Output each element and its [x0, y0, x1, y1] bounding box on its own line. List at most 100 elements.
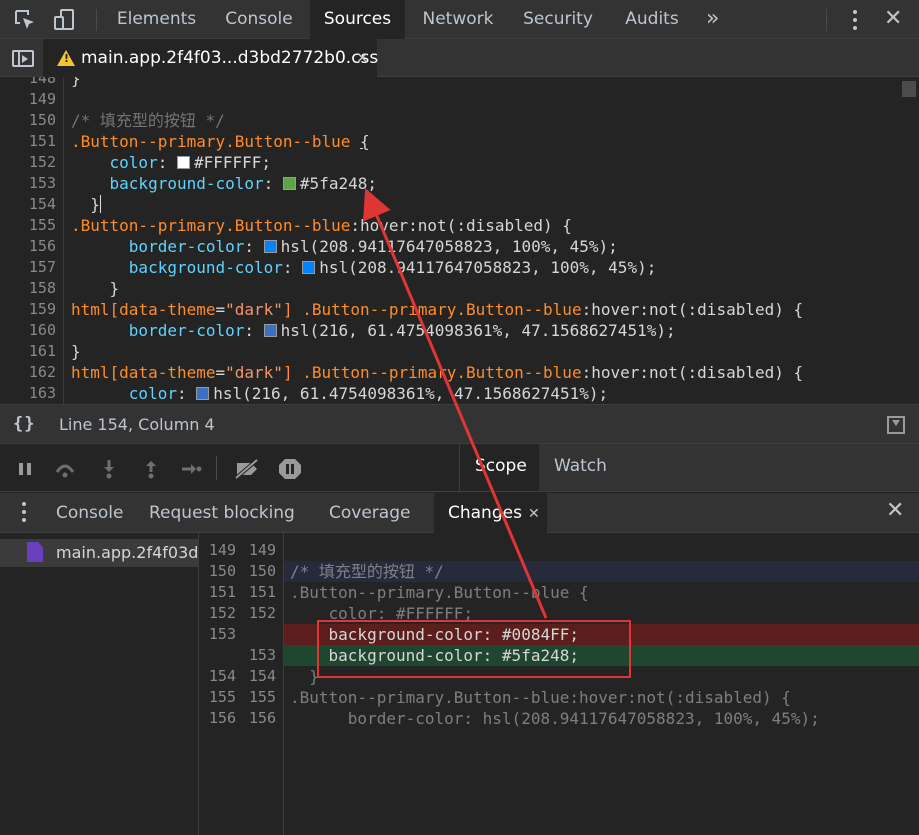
- line-number: 151: [28, 132, 56, 150]
- line-number: 156: [28, 237, 56, 255]
- line-number: 153: [28, 174, 56, 192]
- diff-line: }: [290, 667, 319, 686]
- line-number: 155: [28, 216, 56, 234]
- step-over-icon[interactable]: [54, 458, 76, 480]
- changes-file-item[interactable]: main.app.2f4f03d8: [0, 539, 199, 567]
- drawer-tab-changes-label: Changes: [448, 503, 522, 523]
- tab-audits[interactable]: Audits: [612, 0, 692, 39]
- editor-scroll-thumb[interactable]: [902, 81, 916, 97]
- inspect-element-icon[interactable]: [13, 8, 37, 32]
- color-swatch-blue[interactable]: [302, 261, 316, 274]
- deactivate-breakpoints-icon[interactable]: [233, 458, 261, 480]
- close-devtools-icon[interactable]: ✕: [884, 6, 902, 31]
- color-swatch-dark-blue[interactable]: [196, 387, 210, 400]
- file-tab-main-css[interactable]: main.app.2f4f03...d3bd2772b0.css ✕: [43, 39, 379, 78]
- debugger-toolbar: Scope Watch: [0, 444, 919, 492]
- diff-new-line-number: 151: [248, 583, 276, 601]
- tab-watch[interactable]: Watch: [539, 444, 622, 491]
- code-line-157: background-color: hsl(208.94117647058823…: [128, 258, 657, 277]
- toolbar-divider: [216, 456, 217, 480]
- close-file-tab-icon[interactable]: ✕: [356, 39, 369, 78]
- line-number: 160: [28, 321, 56, 339]
- tab-scope[interactable]: Scope: [460, 444, 539, 491]
- close-changes-tab-icon[interactable]: ✕: [528, 506, 540, 522]
- pause-icon[interactable]: [14, 458, 36, 480]
- code-line-155: .Button--primary.Button--blue:hover:not(…: [71, 216, 572, 235]
- line-number: 163: [28, 384, 56, 402]
- toggle-debugger-icon[interactable]: [887, 416, 905, 434]
- code-line-151: .Button--primary.Button--blue {: [71, 132, 370, 151]
- changes-file-list: main.app.2f4f03d8: [0, 533, 199, 835]
- code-line-153: background-color: #5fa248;: [109, 174, 377, 193]
- diff-old-line-number: 149: [208, 541, 236, 559]
- tab-console[interactable]: Console: [213, 0, 305, 39]
- diff-line: .Button--primary.Button--blue:hover:not(…: [290, 688, 791, 707]
- drawer-tab-coverage[interactable]: Coverage: [329, 493, 410, 533]
- color-swatch-blue[interactable]: [263, 240, 277, 253]
- diff-old-line-number: 154: [208, 667, 236, 685]
- diff-old-line-number: 152: [208, 604, 236, 622]
- more-tabs-icon[interactable]: »: [706, 0, 719, 39]
- toolbar-divider: [96, 9, 97, 31]
- diff-old-line-number: 150: [208, 562, 236, 580]
- color-swatch-dark-blue[interactable]: [263, 324, 277, 337]
- scope-watch-panel: Scope Watch: [459, 444, 919, 491]
- step-icon[interactable]: [180, 458, 202, 480]
- step-into-icon[interactable]: [98, 458, 120, 480]
- line-number-gutter: 148 149 150 151 152 153 154 155 156 157 …: [0, 77, 64, 404]
- line-number: 159: [28, 300, 56, 318]
- diff-new-line-number: 155: [248, 688, 276, 706]
- changes-diff-view[interactable]: 149 149 150 150 151 151 152 152 153 153 …: [200, 533, 919, 835]
- code-line-158: }: [109, 279, 120, 298]
- code-line-160: border-color: hsl(216, 61.4754098361%, 4…: [128, 321, 676, 340]
- diff-old-line-number: 156: [208, 709, 236, 727]
- pause-on-exceptions-icon[interactable]: [278, 458, 302, 480]
- devtools-tab-bar: Elements Console Sources Network Securit…: [0, 0, 919, 39]
- tab-sources[interactable]: Sources: [310, 0, 405, 39]
- code-line-156: border-color: hsl(208.94117647058823, 10…: [128, 237, 618, 256]
- drawer-tab-request-blocking[interactable]: Request blocking: [149, 493, 295, 533]
- toggle-navigator-icon[interactable]: [12, 50, 34, 67]
- warning-icon: [57, 50, 75, 66]
- device-toolbar-icon[interactable]: [53, 8, 77, 32]
- diff-new-line-number: 152: [248, 604, 276, 622]
- code-line-161: }: [71, 342, 81, 361]
- editor-status-bar: {} Line 154, Column 4: [0, 404, 919, 444]
- code-line-159: html[data-theme="dark"] .Button--primary…: [71, 300, 804, 319]
- cursor-position: Line 154, Column 4: [59, 415, 215, 434]
- file-tab-label: main.app.2f4f03...d3bd2772b0.css: [81, 48, 379, 68]
- line-number: 161: [28, 342, 56, 360]
- close-drawer-icon[interactable]: ✕: [886, 498, 904, 523]
- changes-file-name: main.app.2f4f03d8: [56, 543, 199, 562]
- diff-new-line-number: 153: [248, 646, 276, 664]
- line-number: 148: [28, 77, 56, 87]
- drawer-tab-bar: Console Request blocking Coverage Change…: [0, 493, 919, 533]
- drawer-tab-changes[interactable]: Changes ✕: [434, 493, 547, 533]
- drawer-tab-console[interactable]: Console: [56, 493, 124, 533]
- diff-old-line-number: 151: [208, 583, 236, 601]
- drawer-menu-icon[interactable]: [22, 502, 26, 526]
- step-out-icon[interactable]: [140, 458, 162, 480]
- line-number: 150: [28, 111, 56, 129]
- code-line-154: }: [90, 195, 101, 214]
- editor-scrollbar[interactable]: [900, 77, 919, 404]
- diff-new-line-number: 154: [248, 667, 276, 685]
- tab-security[interactable]: Security: [513, 0, 603, 39]
- diff-line: border-color: hsl(208.94117647058823, 10…: [290, 709, 820, 728]
- diff-line: /* 填充型的按钮 */: [290, 562, 444, 581]
- code-line-150: /* 填充型的按钮 */: [71, 111, 225, 130]
- customize-menu-icon[interactable]: [853, 10, 857, 30]
- toolbar-divider: [826, 9, 827, 31]
- tab-elements[interactable]: Elements: [107, 0, 206, 39]
- line-number: 162: [28, 363, 56, 381]
- color-swatch-white[interactable]: [176, 156, 190, 169]
- color-swatch-green[interactable]: [282, 177, 296, 190]
- line-number: 154: [28, 195, 56, 213]
- text-cursor: [99, 195, 101, 213]
- line-number: 157: [28, 258, 56, 276]
- diff-new-line-number: 156: [248, 709, 276, 727]
- pretty-print-icon[interactable]: {}: [13, 414, 35, 434]
- tab-network[interactable]: Network: [410, 0, 506, 39]
- code-editor[interactable]: 148 149 150 151 152 153 154 155 156 157 …: [0, 77, 919, 404]
- editor-tab-bar: main.app.2f4f03...d3bd2772b0.css ✕: [0, 39, 919, 78]
